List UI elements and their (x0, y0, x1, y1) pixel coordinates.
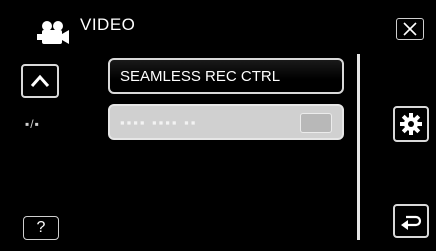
scroll-up-button[interactable] (21, 64, 59, 98)
help-button[interactable]: ? (23, 216, 59, 240)
page-title: VIDEO (80, 15, 136, 34)
page-indicator: ▪/▪ (25, 117, 40, 131)
menu-item-label: ▪▪▪▪ ▪▪▪▪ ▪▪ (120, 114, 198, 130)
video-camera-icon (36, 20, 70, 46)
return-arrow-icon (401, 215, 422, 230)
menu-item-seamless-rec-ctrl[interactable]: SEAMLESS REC CTRL (108, 58, 344, 94)
menu-item-disabled: ▪▪▪▪ ▪▪▪▪ ▪▪ (108, 104, 344, 140)
close-button[interactable] (396, 18, 424, 40)
gear-icon (400, 113, 422, 135)
chevron-up-icon (30, 74, 50, 87)
close-icon (403, 22, 417, 36)
menu-item-value-box (300, 113, 332, 133)
back-button[interactable] (393, 204, 429, 238)
settings-button[interactable] (393, 106, 429, 142)
scrollbar[interactable] (357, 54, 360, 240)
menu-item-label: SEAMLESS REC CTRL (120, 67, 281, 85)
